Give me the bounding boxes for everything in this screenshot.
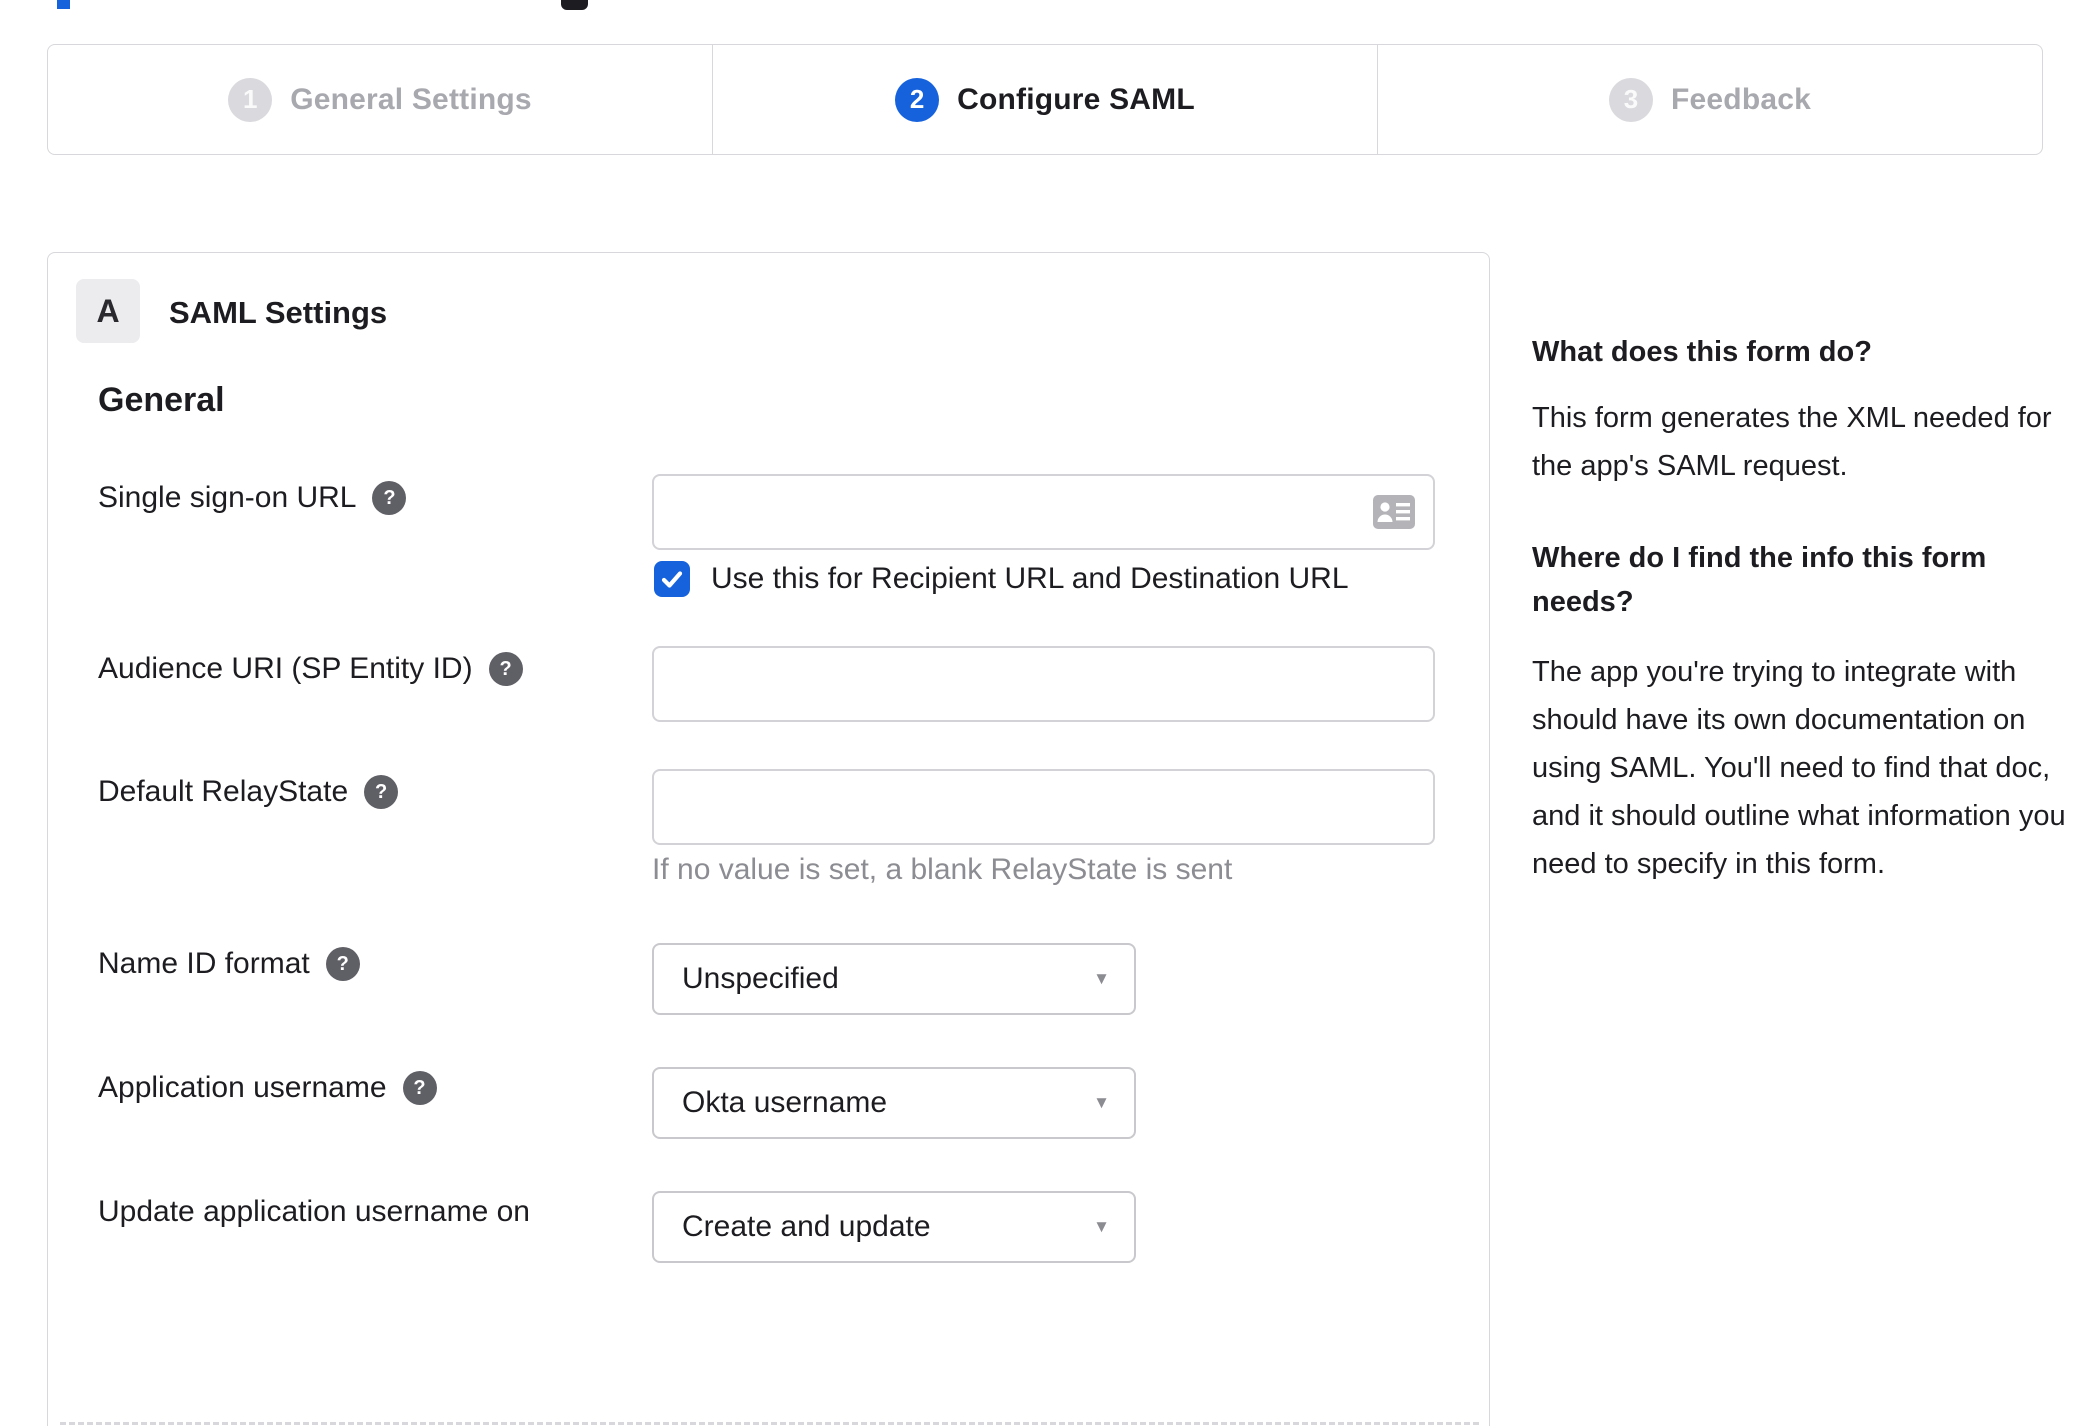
step-feedback[interactable]: 3 Feedback: [1377, 45, 2042, 154]
sidebar-heading-where: Where do I find the info this form needs…: [1532, 542, 1987, 618]
help-sidebar: What does this form do? This form genera…: [1532, 330, 2090, 888]
section-divider: [60, 1422, 1479, 1425]
app-username-label-row: Application username ?: [98, 1071, 437, 1105]
name-id-format-label-row: Name ID format ?: [98, 947, 360, 981]
relaystate-input-wrap: [652, 769, 1435, 845]
relaystate-input[interactable]: [652, 769, 1435, 845]
sidebar-heading-what: What does this form do?: [1532, 336, 1872, 368]
step-3-circle: 3: [1609, 77, 1653, 122]
update-app-username-label: Update application username on: [98, 1195, 530, 1228]
section-title: SAML Settings: [169, 295, 388, 330]
step-3-label: Feedback: [1671, 82, 1811, 116]
sso-url-input-wrap: [652, 474, 1435, 550]
relaystate-label: Default RelayState: [98, 775, 349, 808]
recipient-url-checkbox[interactable]: [654, 561, 690, 597]
name-id-format-select[interactable]: Unspecified ▼: [652, 943, 1136, 1015]
app-username-label: Application username: [98, 1071, 387, 1104]
sidebar-para-where: The app you're trying to integrate with …: [1532, 656, 2066, 880]
name-id-format-help-icon[interactable]: ?: [325, 947, 360, 981]
checkmark-icon: [661, 571, 683, 588]
audience-uri-label: Audience URI (SP Entity ID): [98, 652, 473, 685]
audience-uri-label-row: Audience URI (SP Entity ID) ?: [98, 652, 523, 686]
step-general-settings[interactable]: 1 General Settings: [48, 45, 712, 154]
sso-url-help-icon[interactable]: ?: [372, 481, 407, 515]
app-username-value: Okta username: [682, 1086, 888, 1119]
header-icon-cutoff: [561, 0, 588, 10]
sso-url-label-row: Single sign-on URL ?: [98, 481, 407, 515]
chevron-down-icon: ▼: [1093, 1093, 1110, 1112]
chevron-down-icon: ▼: [1093, 969, 1110, 988]
audience-uri-help-icon[interactable]: ?: [488, 652, 523, 686]
section-a-badge: A: [76, 279, 140, 343]
step-1-label: General Settings: [290, 82, 532, 116]
audience-uri-input[interactable]: [652, 646, 1435, 722]
chevron-down-icon: ▼: [1093, 1217, 1110, 1236]
contact-card-icon[interactable]: [1373, 495, 1415, 529]
recipient-url-checkbox-label: Use this for Recipient URL and Destinati…: [711, 562, 1349, 595]
sso-url-input[interactable]: [652, 474, 1435, 550]
step-configure-saml[interactable]: 2 Configure SAML: [712, 45, 1377, 154]
relaystate-help-icon[interactable]: ?: [364, 775, 399, 809]
name-id-format-label: Name ID format: [98, 947, 310, 980]
update-app-username-select[interactable]: Create and update ▼: [652, 1191, 1136, 1263]
step-2-circle: 2: [895, 77, 940, 122]
relaystate-label-row: Default RelayState ?: [98, 775, 399, 809]
update-app-username-value: Create and update: [682, 1210, 931, 1243]
configure-saml-page: 1 General Settings 2 Configure SAML 3 Fe…: [0, 0, 2092, 1426]
update-app-username-label-row: Update application username on: [98, 1195, 530, 1229]
active-tab-underline-cutoff: [57, 0, 70, 9]
saml-settings-panel: A SAML Settings General Single sign-on U…: [47, 252, 1490, 1426]
app-username-help-icon[interactable]: ?: [402, 1071, 437, 1105]
general-heading: General: [98, 381, 225, 419]
audience-uri-input-wrap: [652, 646, 1435, 722]
relaystate-hint: If no value is set, a blank RelayState i…: [652, 853, 1233, 886]
sso-url-label: Single sign-on URL: [98, 481, 357, 514]
sidebar-para-what: This form generates the XML needed for t…: [1532, 402, 2052, 482]
app-username-select[interactable]: Okta username ▼: [652, 1067, 1136, 1139]
wizard-stepper: 1 General Settings 2 Configure SAML 3 Fe…: [47, 44, 2043, 155]
step-2-label: Configure SAML: [957, 82, 1195, 116]
name-id-format-value: Unspecified: [682, 962, 839, 995]
step-1-circle: 1: [228, 77, 273, 122]
